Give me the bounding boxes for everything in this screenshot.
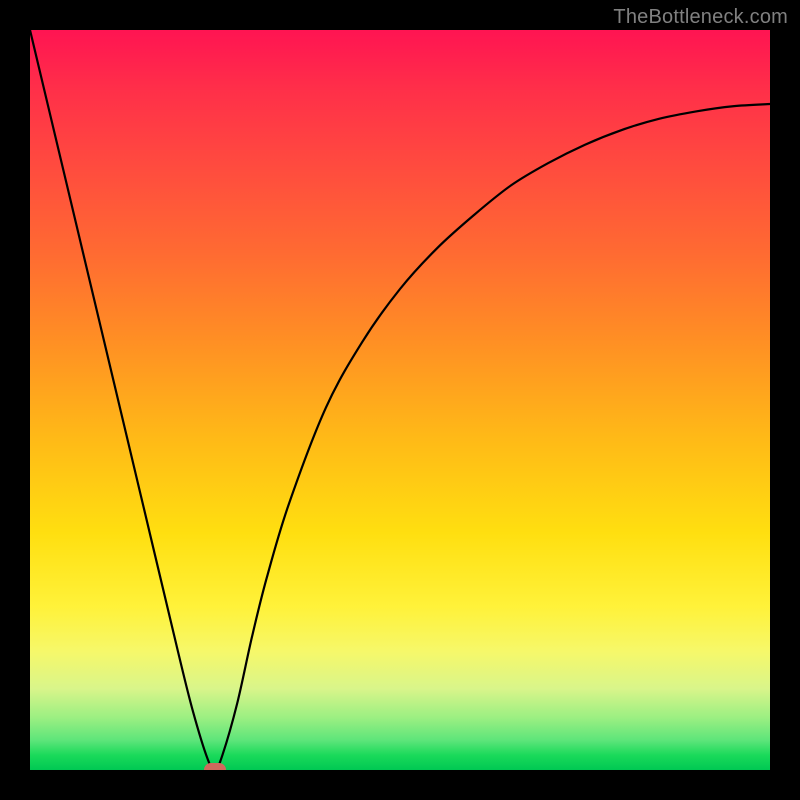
bottleneck-curve: [30, 30, 770, 770]
watermark-text: TheBottleneck.com: [613, 6, 788, 29]
plot-area: [30, 30, 770, 770]
chart-frame: TheBottleneck.com: [0, 0, 800, 800]
optimal-point-marker: [204, 763, 226, 770]
